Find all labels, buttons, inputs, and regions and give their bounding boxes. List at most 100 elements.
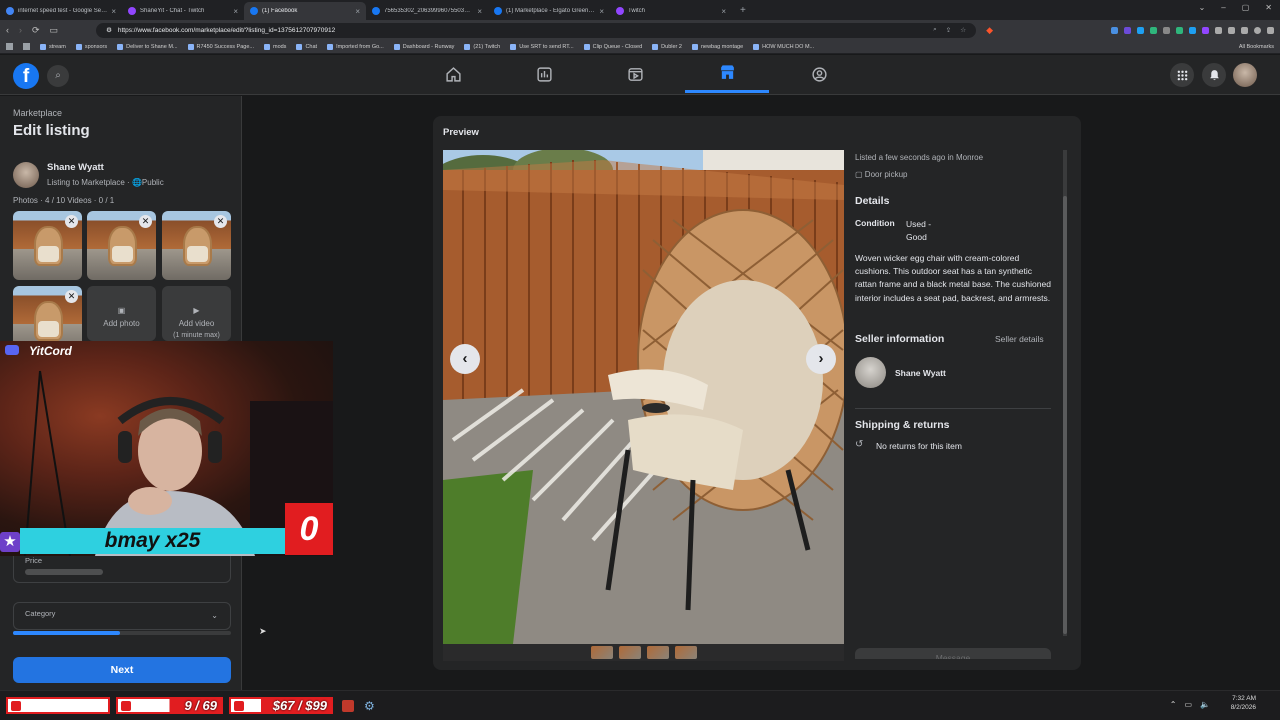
side-panel-icon[interactable]: ▭ bbox=[50, 25, 59, 36]
bookmark-favicon-icon bbox=[691, 43, 698, 50]
bookmark-item[interactable]: Clip Queue - Closed bbox=[583, 43, 642, 50]
bookmark-label: sponsors bbox=[84, 43, 108, 50]
seller-details-link[interactable]: Seller details bbox=[995, 334, 1044, 344]
next-button[interactable]: Next bbox=[13, 657, 231, 683]
breadcrumb[interactable]: Marketplace bbox=[13, 108, 62, 118]
remove-photo-icon[interactable]: ✕ bbox=[139, 215, 152, 228]
bookmark-item[interactable]: Dubler 2 bbox=[652, 43, 682, 50]
forward-icon[interactable]: › bbox=[19, 25, 22, 35]
system-clock[interactable]: 7:32 AM 8/2/2026 bbox=[1231, 694, 1256, 712]
bookmark-item[interactable]: stream bbox=[40, 43, 66, 50]
photo-thumbnail[interactable]: ✕ bbox=[162, 211, 231, 280]
notifications-bell-icon[interactable] bbox=[1202, 63, 1226, 87]
extension-icon[interactable] bbox=[1137, 26, 1144, 34]
browser-tab[interactable]: (1) Marketplace - Elgato Green Scree... × bbox=[488, 2, 610, 20]
previous-photo-button[interactable]: ‹ bbox=[450, 344, 480, 374]
all-bookmarks-button[interactable]: All Bookmarks bbox=[1239, 44, 1274, 50]
bookmark-item[interactable]: R7450 Success Page... bbox=[187, 43, 254, 50]
message-button[interactable]: Message bbox=[855, 648, 1051, 659]
seller-name[interactable]: Shane Wyatt bbox=[895, 368, 946, 378]
settings-gear-icon[interactable]: ⚙ bbox=[364, 699, 375, 713]
watch-icon[interactable] bbox=[593, 55, 677, 93]
bookmark-item[interactable]: Use SRT to send RT... bbox=[510, 43, 574, 50]
marketplace-icon[interactable] bbox=[685, 55, 769, 93]
reload-icon[interactable]: ⟳ bbox=[32, 25, 40, 36]
close-tab-icon[interactable]: × bbox=[599, 7, 604, 16]
bookmark-item[interactable]: Dashboard - Runway bbox=[393, 43, 454, 50]
browser-tab[interactable]: (1) Facebook × bbox=[244, 2, 366, 20]
share-icon[interactable]: ⇪ bbox=[946, 26, 951, 34]
close-tab-icon[interactable]: × bbox=[111, 7, 116, 16]
close-tab-icon[interactable]: × bbox=[233, 7, 238, 16]
extension-icon[interactable] bbox=[1215, 26, 1222, 34]
search-icon[interactable]: ⌕ bbox=[47, 65, 69, 87]
extension-icon[interactable] bbox=[1150, 26, 1157, 34]
photo-thumbnail[interactable]: ✕ bbox=[87, 211, 156, 280]
bookmark-item[interactable]: Deliver to Shane M... bbox=[117, 43, 178, 50]
back-icon[interactable]: ‹ bbox=[6, 25, 9, 35]
browser-tab[interactable]: ShaneYit - Chat - Twitch × bbox=[122, 2, 244, 20]
photo-thumbnail[interactable] bbox=[674, 646, 697, 659]
photo-thumbnail[interactable] bbox=[590, 646, 613, 659]
add-video-button[interactable]: ▶ Add video (1 minute max) bbox=[162, 286, 231, 341]
extension-icon[interactable] bbox=[1202, 26, 1209, 34]
browser-tab[interactable]: 756535302_2063999607550370_675... × bbox=[366, 2, 488, 20]
extension-icon[interactable] bbox=[1163, 26, 1170, 34]
photo-thumbnail[interactable] bbox=[618, 646, 641, 659]
category-field[interactable]: Category ⌄ bbox=[13, 602, 231, 630]
close-tab-icon[interactable]: × bbox=[355, 7, 360, 16]
facebook-logo[interactable]: f bbox=[13, 63, 39, 89]
bookmark-star-icon[interactable]: ☆ bbox=[960, 26, 966, 34]
bookmark-item[interactable]: (21) Twitch bbox=[464, 43, 500, 50]
new-tab-icon[interactable]: + bbox=[740, 5, 746, 16]
bookmark-favicon-icon bbox=[187, 43, 194, 50]
remove-photo-icon[interactable]: ✕ bbox=[214, 215, 227, 228]
bookmark-icon[interactable] bbox=[23, 43, 30, 50]
photo-thumbnail[interactable]: ✕ bbox=[13, 211, 82, 280]
close-tab-icon[interactable]: × bbox=[477, 7, 482, 16]
remove-photo-icon[interactable]: ✕ bbox=[65, 290, 78, 303]
scrollbar-thumb[interactable] bbox=[1063, 196, 1067, 634]
extension-icon[interactable] bbox=[1124, 26, 1131, 34]
seller-avatar[interactable] bbox=[855, 357, 886, 388]
bookmark-item[interactable]: Imported from Go... bbox=[327, 43, 384, 50]
app-icon[interactable] bbox=[342, 700, 354, 712]
profile-icon[interactable] bbox=[1254, 26, 1261, 34]
address-bar[interactable]: ⚙ https://www.facebook.com/marketplace/e… bbox=[96, 22, 977, 38]
bookmark-item[interactable]: sponsors bbox=[75, 43, 108, 50]
bookmark-item[interactable]: mods bbox=[263, 43, 286, 50]
menu-grid-icon[interactable] bbox=[1170, 63, 1194, 87]
groups-icon[interactable] bbox=[777, 55, 861, 93]
bookmark-item[interactable]: Chat bbox=[296, 43, 317, 50]
photo-thumbnail[interactable] bbox=[646, 646, 669, 659]
details-scrollbar[interactable] bbox=[1063, 150, 1067, 636]
zoom-icon[interactable]: ⌕ bbox=[933, 26, 937, 34]
home-icon[interactable] bbox=[411, 55, 495, 93]
minimize-icon[interactable]: – bbox=[1221, 3, 1225, 12]
video-icon[interactable] bbox=[502, 55, 586, 93]
next-photo-button[interactable]: › bbox=[806, 344, 836, 374]
extension-icon[interactable] bbox=[1176, 26, 1183, 34]
browser-tab[interactable]: Twitch × bbox=[610, 2, 732, 20]
extension-icon[interactable] bbox=[1241, 26, 1248, 34]
extension-icon[interactable] bbox=[1228, 26, 1235, 34]
close-window-icon[interactable]: ✕ bbox=[1265, 3, 1272, 12]
maximize-icon[interactable]: ▢ bbox=[1242, 3, 1250, 12]
extension-icon[interactable] bbox=[1111, 26, 1118, 34]
volume-icon[interactable]: 🔈 bbox=[1200, 700, 1210, 709]
close-tab-icon[interactable]: × bbox=[721, 7, 726, 16]
brave-shield-icon[interactable]: ◆ bbox=[986, 25, 993, 36]
browser-tab[interactable]: internet speed test - Google Search × bbox=[0, 2, 122, 20]
add-photo-button[interactable]: ▣ Add photo bbox=[87, 286, 156, 341]
menu-icon[interactable] bbox=[1267, 26, 1274, 34]
profile-avatar[interactable] bbox=[1233, 63, 1257, 87]
remove-photo-icon[interactable]: ✕ bbox=[65, 215, 78, 228]
extension-icon[interactable] bbox=[1189, 26, 1196, 34]
network-icon[interactable]: ▭ bbox=[1184, 700, 1192, 709]
apps-icon[interactable] bbox=[6, 43, 13, 50]
chevron-down-icon[interactable]: ⌄ bbox=[1199, 3, 1206, 12]
bookmark-item[interactable]: HOW MUCH DO M... bbox=[753, 43, 814, 50]
bookmark-item[interactable]: newbag montage bbox=[691, 43, 743, 50]
chevron-up-icon[interactable]: ⌃ bbox=[1170, 700, 1177, 709]
site-info-icon[interactable]: ⚙ bbox=[106, 26, 112, 34]
